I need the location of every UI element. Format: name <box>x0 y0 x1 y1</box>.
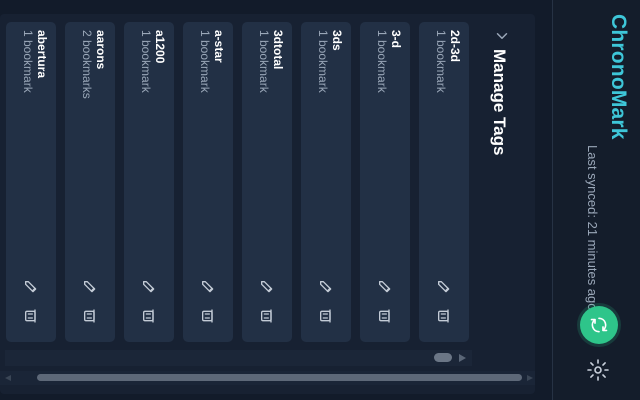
tag-card[interactable]: abertura 1 bookmark <box>6 22 56 342</box>
tag-name: 3ds <box>330 30 344 51</box>
scroll-up-arrow-icon[interactable] <box>459 354 466 362</box>
tag-card[interactable]: a1200 1 bookmark <box>124 22 174 342</box>
delete-icon[interactable] <box>141 308 157 324</box>
tag-bookmark-count: 1 bookmark <box>316 30 330 93</box>
tag-name: 3-d <box>389 30 403 48</box>
tag-bookmark-count: 1 bookmark <box>139 30 153 93</box>
tag-bookmark-count: 2 bookmarks <box>80 30 94 99</box>
tag-card[interactable]: 3ds 1 bookmark <box>301 22 351 342</box>
edit-icon[interactable] <box>141 279 157 295</box>
delete-icon[interactable] <box>377 308 393 324</box>
delete-icon[interactable] <box>23 308 39 324</box>
panel-scroll-down-icon[interactable] <box>5 375 11 381</box>
collapse-button[interactable] <box>487 20 517 52</box>
panel-title: Manage Tags <box>490 49 509 156</box>
edit-icon[interactable] <box>200 279 216 295</box>
tag-list-scrollbar[interactable] <box>5 350 472 366</box>
tag-card[interactable]: 2d-3d 1 bookmark <box>419 22 469 342</box>
tag-name: 3dtotal <box>271 30 285 70</box>
delete-icon[interactable] <box>318 308 334 324</box>
edit-icon[interactable] <box>436 279 452 295</box>
panel-scroll-thumb[interactable] <box>37 374 522 381</box>
tag-bookmark-count: 1 bookmark <box>375 30 389 93</box>
edit-icon[interactable] <box>82 279 98 295</box>
tag-name: aarons <box>94 30 108 70</box>
sync-status: Last synced: 21 minutes ago <box>585 145 600 311</box>
delete-icon[interactable] <box>259 308 275 324</box>
tag-card[interactable]: aarons 2 bookmarks <box>65 22 115 342</box>
panel-scroll-up-icon[interactable] <box>527 375 533 381</box>
delete-icon[interactable] <box>436 308 452 324</box>
tag-card[interactable]: 3dtotal 1 bookmark <box>242 22 292 342</box>
delete-icon[interactable] <box>200 308 216 324</box>
sync-button[interactable] <box>580 306 618 344</box>
tag-bookmark-count: 1 bookmark <box>434 30 448 93</box>
tag-bookmark-count: 1 bookmark <box>21 30 35 93</box>
edit-icon[interactable] <box>259 279 275 295</box>
settings-icon <box>587 359 609 381</box>
edit-icon[interactable] <box>318 279 334 295</box>
delete-icon[interactable] <box>82 308 98 324</box>
tag-bookmark-count: 1 bookmark <box>198 30 212 93</box>
tag-card[interactable]: a-star 1 bookmark <box>183 22 233 342</box>
settings-button[interactable] <box>584 356 612 384</box>
tag-name: a1200 <box>153 30 167 64</box>
app-view: ChronoMark Last synced: 21 minutes ago M… <box>0 0 640 400</box>
tag-name: abertura <box>35 30 49 79</box>
app-title: ChronoMark <box>607 14 630 140</box>
edit-icon[interactable] <box>377 279 393 295</box>
tag-name: 2d-3d <box>448 30 462 63</box>
sync-icon <box>590 317 608 333</box>
tag-bookmark-count: 1 bookmark <box>257 30 271 93</box>
edit-icon[interactable] <box>23 279 39 295</box>
tag-name: a-star <box>212 30 226 63</box>
header: ChronoMark Last synced: 21 minutes ago <box>552 0 640 400</box>
tag-card[interactable]: 3-d 1 bookmark <box>360 22 410 342</box>
tag-list-scroll-thumb[interactable] <box>434 353 452 362</box>
chevron-up-icon <box>496 33 508 39</box>
